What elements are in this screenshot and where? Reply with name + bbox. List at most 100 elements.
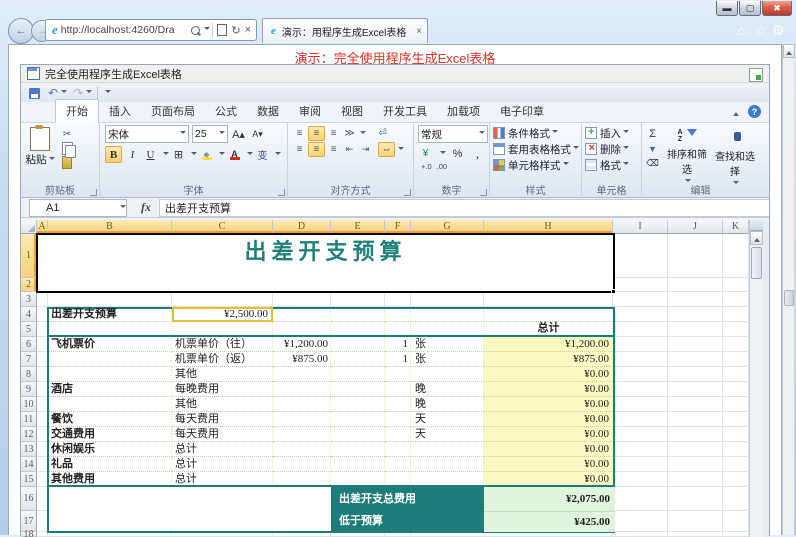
cell-J7[interactable] [668, 352, 723, 367]
paste-button[interactable]: 粘贴 [21, 125, 59, 169]
wrap-text-button[interactable]: ⏎ [375, 127, 390, 140]
cell-text-B4[interactable]: 出差开支预算 [51, 307, 117, 322]
align-left-button[interactable]: ≡ [292, 143, 307, 156]
cell-I16[interactable] [613, 487, 668, 511]
ribbon-tab-data[interactable]: 数据 [247, 100, 289, 122]
cell-D3[interactable] [273, 292, 331, 307]
align-center-button[interactable]: ≡ [308, 142, 325, 157]
name-box[interactable]: A1 [29, 199, 127, 217]
underline-button[interactable]: U [143, 147, 158, 162]
scrollbar-split-box[interactable] [750, 220, 763, 231]
sheet-scroll-up-arrow[interactable] [750, 231, 763, 245]
close-button[interactable]: ✖ [762, 1, 792, 16]
cell-I15[interactable] [613, 472, 668, 487]
comma-button[interactable]: , [470, 146, 485, 161]
row-header-4[interactable]: 4 [21, 307, 37, 322]
format-cells-button[interactable]: 格式 [582, 157, 641, 173]
font-size-select[interactable]: 25 [192, 125, 228, 143]
summary-label-cells[interactable]: 出差开支总费用 低于预算 [331, 487, 484, 532]
delete-cells-button[interactable]: 删除 [582, 141, 641, 157]
cell-I6[interactable] [613, 337, 668, 352]
home-icon[interactable]: ⌂ [737, 22, 745, 38]
col-header-K[interactable]: K [723, 220, 749, 234]
cell-B3[interactable] [48, 292, 172, 307]
percent-button[interactable]: % [450, 146, 465, 161]
maximize-button[interactable]: ▢ [739, 1, 761, 16]
cell-I9[interactable] [613, 382, 668, 397]
col-header-J[interactable]: J [668, 220, 723, 234]
cell-J15[interactable] [668, 472, 723, 487]
phonetic-button[interactable]: 变 [255, 147, 270, 162]
browser-tab[interactable]: e 演示：用程序生成Excel表格 × [262, 18, 428, 43]
cell-I11[interactable] [613, 412, 668, 427]
grow-font-button[interactable]: A▴ [231, 127, 246, 142]
cell-J3[interactable] [668, 292, 723, 307]
row-header-1[interactable]: 1 [21, 234, 37, 278]
font-color-button[interactable]: A [227, 147, 242, 162]
save-icon[interactable] [29, 88, 40, 99]
accounting-format-button[interactable]: ¥ [418, 146, 433, 161]
minimize-ribbon-icon[interactable] [733, 109, 739, 116]
cell-I4[interactable] [613, 307, 668, 322]
row-header-13[interactable]: 13 [21, 442, 37, 457]
cell-J13[interactable] [668, 442, 723, 457]
cell-I17[interactable] [613, 511, 668, 532]
sheet-scroll-thumb[interactable] [751, 247, 762, 279]
font-name-select[interactable]: 宋体 [105, 125, 189, 143]
sheet-vertical-scrollbar[interactable] [749, 220, 763, 537]
cell-J5[interactable] [668, 322, 723, 337]
cell-K11[interactable] [723, 412, 749, 427]
page-scrollbar[interactable] [782, 44, 794, 535]
cell-J4[interactable] [668, 307, 723, 322]
cell-E3[interactable] [331, 292, 385, 307]
cell-I5[interactable] [613, 322, 668, 337]
cell-K16[interactable] [723, 487, 749, 511]
selection-fill-handle[interactable] [611, 289, 616, 294]
cell-J17[interactable] [668, 511, 723, 532]
ribbon-tab-page-layout[interactable]: 页面布局 [141, 100, 205, 122]
cell-K15[interactable] [723, 472, 749, 487]
merge-center-button[interactable]: ⇔ [378, 142, 395, 157]
cell-C3[interactable] [172, 292, 273, 307]
col-header-D[interactable]: D [273, 220, 331, 234]
row-header-9[interactable]: 9 [21, 382, 37, 397]
favorites-star-icon[interactable]: ☆ [755, 22, 768, 39]
row-header-7[interactable]: 7 [21, 352, 37, 367]
row-header-11[interactable]: 11 [21, 412, 37, 427]
clipboard-dialog-launcher[interactable] [90, 189, 97, 196]
insert-cells-button[interactable]: 插入 [582, 125, 641, 141]
decrease-decimal-button[interactable]: .00 [437, 162, 447, 171]
cell-J12[interactable] [668, 427, 723, 442]
col-header-H[interactable]: H [484, 220, 613, 234]
undo-icon[interactable]: ↶ [48, 86, 58, 100]
align-bottom-button[interactable]: ≡ [326, 127, 341, 140]
cell-K1[interactable] [723, 234, 749, 278]
row-header-16[interactable]: 16 [21, 487, 37, 511]
col-header-I[interactable]: I [613, 220, 668, 234]
summary-value-cells[interactable]: ¥2,075.00 ¥425.00 [484, 487, 615, 532]
cell-A3[interactable] [37, 292, 48, 307]
cell-J2[interactable] [668, 278, 723, 292]
row-header-3[interactable]: 3 [21, 292, 37, 307]
cell-J10[interactable] [668, 397, 723, 412]
increase-decimal-button[interactable]: +.0 [421, 162, 432, 171]
ribbon-tab-eseal[interactable]: 电子印章 [490, 100, 554, 122]
page-scroll-thumb[interactable] [784, 290, 794, 306]
italic-button[interactable]: I [125, 147, 140, 162]
cell-J16[interactable] [668, 487, 723, 511]
cell-J14[interactable] [668, 457, 723, 472]
row-header-10[interactable]: 10 [21, 397, 37, 412]
cell-K5[interactable] [723, 322, 749, 337]
cell-K6[interactable] [723, 337, 749, 352]
tab-close-icon[interactable]: × [416, 26, 422, 37]
cell-K4[interactable] [723, 307, 749, 322]
cell-K7[interactable] [723, 352, 749, 367]
cut-icon[interactable]: ✂ [59, 127, 75, 141]
cell-I14[interactable] [613, 457, 668, 472]
select-all-corner[interactable] [21, 220, 37, 234]
orientation-button[interactable]: ≫ [342, 127, 357, 140]
cell-C4-budget-input[interactable]: ¥2,500.00 [172, 307, 273, 322]
undo-dropdown-icon[interactable] [61, 90, 67, 96]
formula-input[interactable]: 出差开支预算 [159, 199, 769, 217]
app-corner-icon[interactable] [749, 68, 763, 82]
